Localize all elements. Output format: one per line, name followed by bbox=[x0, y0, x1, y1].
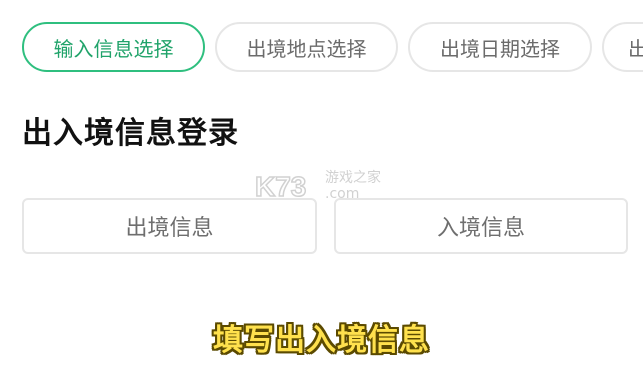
tab-label: 出 bbox=[628, 36, 643, 61]
watermark-text: 游戏之家 .com bbox=[325, 171, 381, 201]
tab-label: 出境地点选择 bbox=[246, 36, 367, 61]
page-title: 出入境信息登录 bbox=[22, 116, 239, 151]
tab-exit-date-select[interactable]: 出境日期选择 bbox=[408, 22, 592, 72]
app-screen: 输入信息选择 出境地点选择 出境日期选择 出 出入境信息登录 K73 游戏之家 … bbox=[0, 0, 643, 375]
tab-input-info-select[interactable]: 输入信息选择 bbox=[22, 22, 205, 72]
exit-info-label: 出境信息 bbox=[125, 216, 214, 241]
watermark-line1: 游戏之家 bbox=[325, 170, 381, 186]
exit-info-button[interactable]: 出境信息 bbox=[22, 198, 317, 254]
entry-info-button[interactable]: 入境信息 bbox=[334, 198, 628, 254]
tab-label: 出境日期选择 bbox=[440, 36, 560, 61]
entry-info-label: 入境信息 bbox=[436, 216, 525, 241]
video-caption: 填写出入境信息 bbox=[213, 323, 430, 358]
tab-next-partial[interactable]: 出 bbox=[602, 22, 643, 72]
tab-label: 输入信息选择 bbox=[53, 36, 174, 61]
tab-exit-location-select[interactable]: 出境地点选择 bbox=[215, 22, 398, 72]
step-tabs: 输入信息选择 出境地点选择 出境日期选择 出 bbox=[22, 22, 643, 72]
